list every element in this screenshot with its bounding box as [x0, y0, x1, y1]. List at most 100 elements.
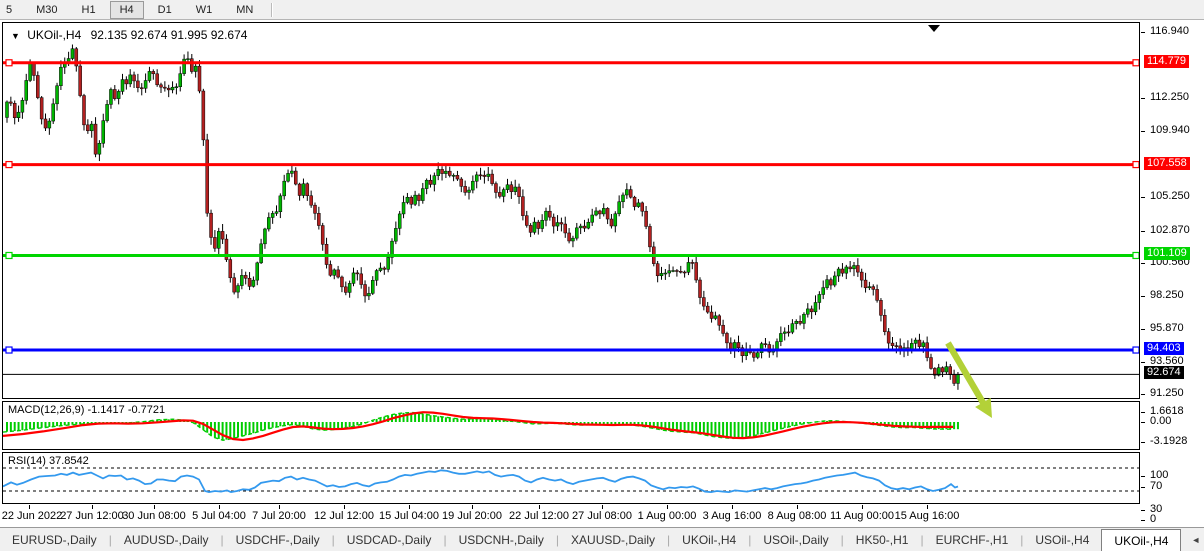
- chart-tab-usdcnh-daily[interactable]: USDCNH-,Daily: [447, 528, 556, 551]
- chart-tab-hk50-h1[interactable]: HK50-,H1: [844, 528, 921, 551]
- date-label: 30 Jun 08:00: [122, 510, 186, 522]
- hline-handle[interactable]: [1133, 347, 1139, 353]
- axis-tick: [1141, 231, 1145, 232]
- hline-handle[interactable]: [6, 252, 12, 258]
- chart-tab-audusd-daily[interactable]: AUDUSD-,Daily: [112, 528, 221, 551]
- candle: [140, 88, 143, 89]
- candle: [941, 368, 944, 372]
- macd-pane[interactable]: MACD(12,26,9) -1.1417 -0.7721: [2, 401, 1140, 450]
- candle: [25, 80, 28, 100]
- candle: [560, 223, 563, 224]
- candle: [814, 302, 817, 311]
- candle: [571, 238, 574, 241]
- axis-tick: [1141, 476, 1145, 477]
- date-label: 15 Jul 04:00: [379, 510, 439, 522]
- candlestick-chart[interactable]: [3, 23, 1139, 398]
- candle: [764, 344, 767, 345]
- price-axis[interactable]: 116.940112.250109.940105.250102.870100.5…: [1141, 20, 1204, 527]
- candle: [167, 88, 170, 90]
- candle: [618, 202, 621, 214]
- chart-tab-ukoil-h4[interactable]: UKOil-,H4: [1101, 529, 1181, 551]
- candle: [17, 112, 20, 118]
- hline-handle[interactable]: [6, 162, 12, 168]
- candle: [36, 75, 39, 97]
- candle: [171, 87, 174, 90]
- chart-tab-usdcad-daily[interactable]: USDCAD-,Daily: [335, 528, 444, 551]
- axis-tick-label: 116.940: [1150, 25, 1189, 37]
- candle: [129, 75, 132, 84]
- price-badge-107.558: 107.558: [1144, 157, 1190, 170]
- chart-tab-eurusd-daily[interactable]: EURUSD-,Daily: [0, 528, 109, 551]
- price-badge-101.109: 101.109: [1144, 247, 1190, 260]
- candle: [233, 278, 236, 292]
- candle: [868, 287, 871, 288]
- date-tick: [92, 505, 93, 509]
- candle: [598, 211, 601, 214]
- chart-tab-usoil-h4[interactable]: USOil-,H4: [1023, 528, 1101, 551]
- date-axis[interactable]: 22 Jun 202227 Jun 12:0030 Jun 08:005 Jul…: [2, 505, 1140, 527]
- candle: [444, 171, 447, 173]
- candle: [113, 89, 116, 98]
- candle: [622, 195, 625, 202]
- candle: [275, 212, 278, 214]
- objects-dropdown-icon[interactable]: ▼: [11, 31, 20, 41]
- candle: [856, 265, 859, 272]
- candle: [883, 315, 886, 331]
- price-pane[interactable]: ▼ UKOil-,H4 92.135 92.674 91.995 92.674: [2, 22, 1140, 399]
- timeframe-button-h1[interactable]: H1: [72, 1, 106, 19]
- candle: [333, 270, 336, 275]
- candle: [853, 265, 856, 268]
- chart-tab-eurchf-h1[interactable]: EURCHF-,H1: [924, 528, 1021, 551]
- candle: [591, 215, 594, 222]
- candle: [529, 225, 532, 232]
- rsi-pane[interactable]: RSI(14) 37.8542: [2, 452, 1140, 504]
- axis-tick-label: 93.560: [1150, 355, 1184, 367]
- date-tick: [279, 505, 280, 509]
- hline-handle[interactable]: [6, 60, 12, 66]
- timeframe-button-d1[interactable]: D1: [148, 1, 182, 19]
- axis-tick-label: 105.250: [1150, 190, 1190, 202]
- timeframe-button-mn[interactable]: MN: [226, 1, 263, 19]
- candle: [498, 192, 501, 196]
- chart-tab-usoil-daily[interactable]: USOil-,Daily: [751, 528, 840, 551]
- chart-tab-usdchf-daily[interactable]: USDCHF-,Daily: [224, 528, 332, 551]
- chart-tab-ukoil-h4[interactable]: UKOil-,H4: [670, 528, 748, 551]
- tab-scroll-left-icon[interactable]: ◄: [1191, 535, 1200, 545]
- macd-main-line: [3, 413, 953, 441]
- candle: [456, 175, 459, 179]
- hline-handle[interactable]: [6, 347, 12, 353]
- date-tick: [219, 505, 220, 509]
- date-label: 1 Aug 00:00: [638, 510, 697, 522]
- candle: [360, 274, 363, 285]
- candle: [194, 66, 197, 71]
- candle: [579, 226, 582, 228]
- candle: [641, 203, 644, 211]
- candle: [414, 195, 417, 204]
- candle: [98, 143, 101, 154]
- candle: [664, 273, 667, 274]
- hline-handle[interactable]: [1133, 162, 1139, 168]
- candle: [756, 353, 759, 358]
- candle: [136, 81, 139, 88]
- toolbar-separator: [271, 3, 272, 17]
- timeframe-toolbar: 5M30 H1H4D1W1MN: [0, 0, 1204, 20]
- candle: [248, 278, 251, 286]
- hline-handle[interactable]: [1133, 60, 1139, 66]
- candle: [506, 185, 509, 190]
- timeframe-button-m30[interactable]: M30: [26, 1, 67, 19]
- candle: [860, 272, 863, 280]
- timeframe-button-h4[interactable]: H4: [110, 1, 144, 19]
- candle: [125, 80, 128, 84]
- hline-handle[interactable]: [1133, 252, 1139, 258]
- candle: [602, 208, 605, 214]
- candle: [687, 262, 690, 272]
- candle: [660, 273, 663, 275]
- candle: [548, 211, 551, 217]
- timeframe-button-w1[interactable]: W1: [186, 1, 223, 19]
- date-label: 12 Jul 12:00: [314, 510, 374, 522]
- chart-shift-marker-icon[interactable]: [928, 25, 940, 32]
- candle: [302, 184, 305, 196]
- timeframe-button-5[interactable]: 5: [0, 1, 22, 19]
- candle: [949, 367, 952, 375]
- chart-tab-xauusd-daily[interactable]: XAUUSD-,Daily: [559, 528, 667, 551]
